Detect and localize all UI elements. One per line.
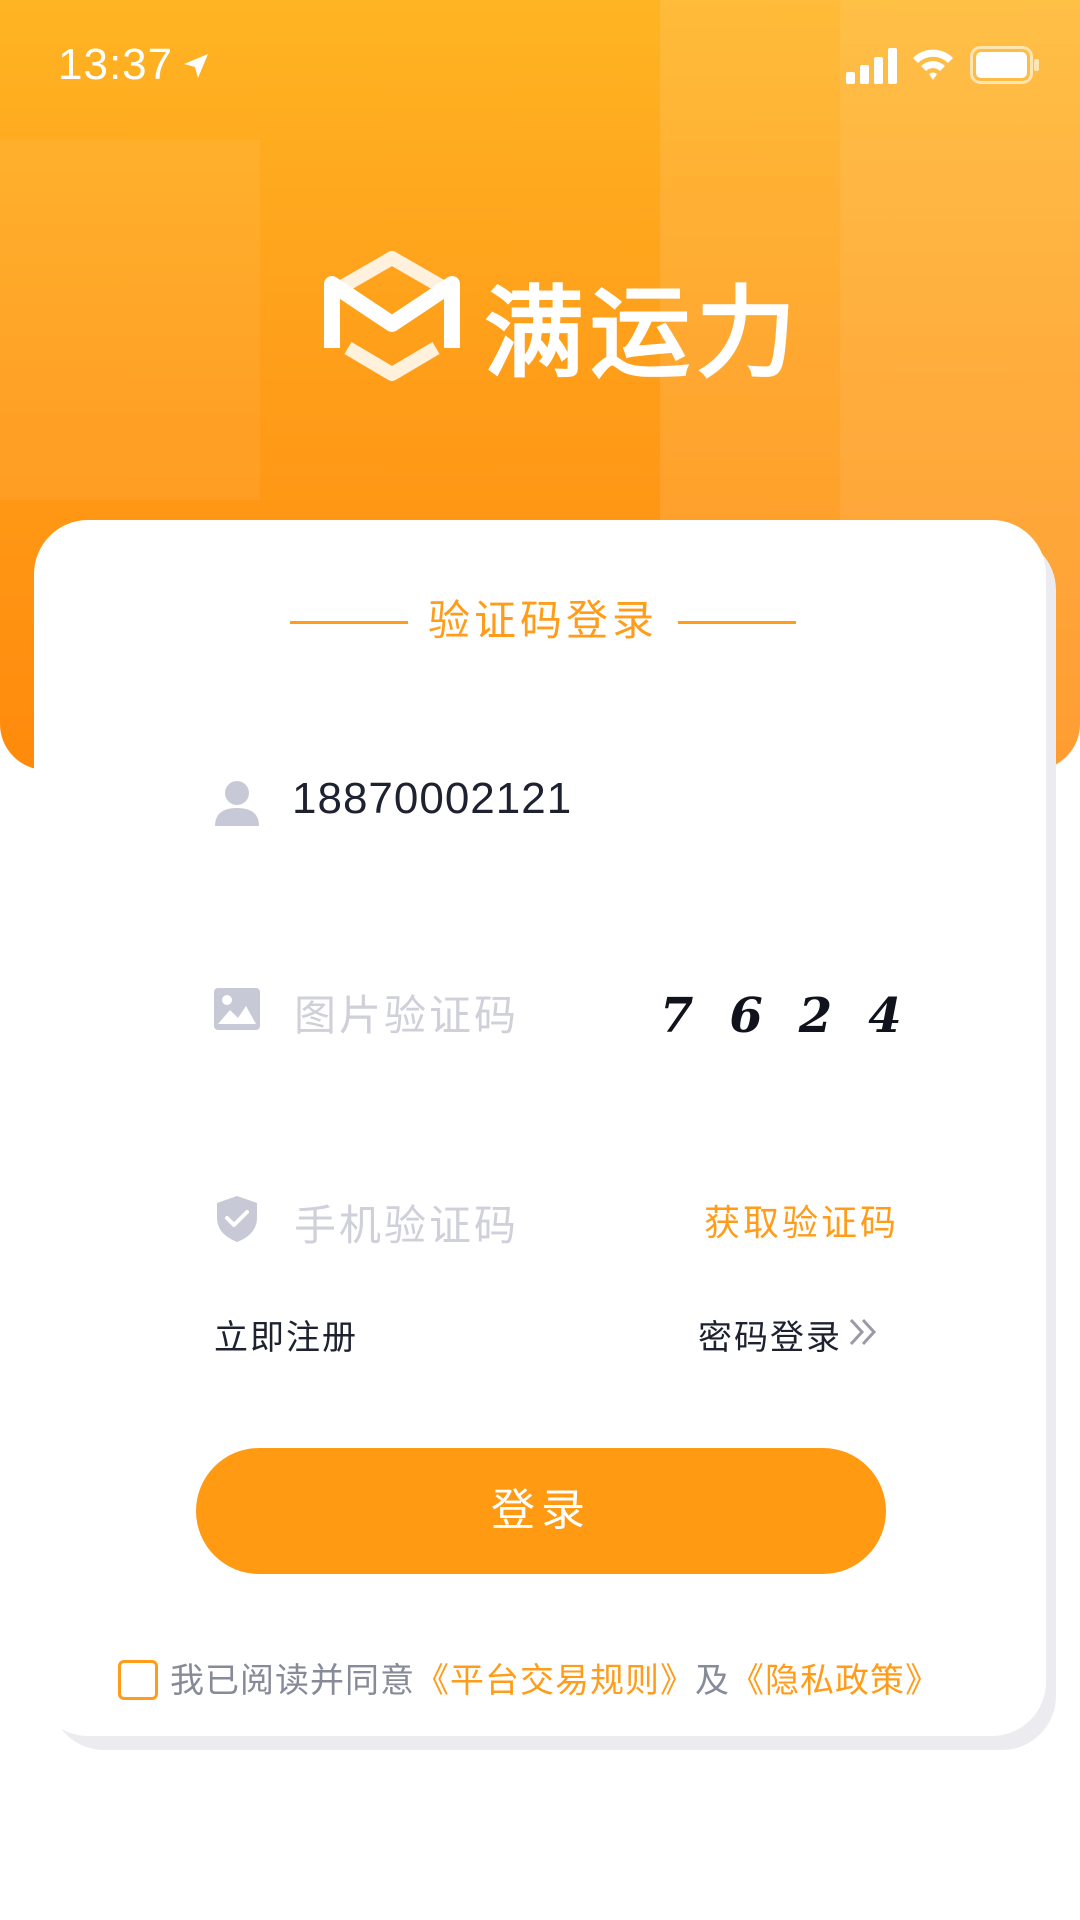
agreement-checkbox[interactable] bbox=[118, 1660, 158, 1700]
agreement-text: 我已阅读并同意《平台交易规则》及《隐私政策》 bbox=[170, 1658, 940, 1704]
shield-check-icon bbox=[217, 1196, 257, 1242]
status-bar: 13:37 bbox=[0, 0, 1080, 130]
agreement-prefix: 我已阅读并同意 bbox=[170, 1661, 415, 1701]
agreement-conjunction: 及 bbox=[695, 1661, 730, 1701]
brand-m-cube-icon bbox=[324, 251, 460, 381]
card-title: 验证码登录 bbox=[427, 596, 658, 645]
privacy-policy-link[interactable]: 《隐私政策》 bbox=[730, 1661, 940, 1701]
password-login-link[interactable]: 密码登录 bbox=[698, 1310, 842, 1359]
platform-rules-link[interactable]: 《平台交易规则》 bbox=[415, 1661, 695, 1701]
cellular-signal-icon bbox=[846, 48, 897, 84]
location-arrow-icon bbox=[184, 54, 208, 78]
user-icon bbox=[215, 781, 259, 826]
battery-icon bbox=[970, 46, 1039, 84]
title-divider-left bbox=[290, 621, 408, 624]
phone-field[interactable]: 18870002121 bbox=[212, 758, 882, 848]
login-button[interactable]: 登录 bbox=[196, 1448, 886, 1574]
status-time: 13:37 bbox=[58, 40, 174, 89]
banner-shade bbox=[0, 140, 260, 500]
card-title-row: 验证码登录 bbox=[34, 588, 1046, 654]
captcha-image[interactable]: 7624 bbox=[660, 976, 902, 1056]
register-link[interactable]: 立即注册 bbox=[214, 1310, 358, 1359]
get-code-button[interactable]: 获取验证码 bbox=[704, 1194, 899, 1246]
wifi-icon bbox=[913, 49, 953, 80]
sms-code-input[interactable]: 手机验证码 bbox=[294, 1192, 519, 1253]
image-captcha-input[interactable]: 图片验证码 bbox=[294, 982, 519, 1043]
image-icon bbox=[214, 988, 260, 1030]
title-divider-right bbox=[678, 621, 796, 624]
phone-input[interactable]: 18870002121 bbox=[292, 774, 572, 824]
agreement-row: 我已阅读并同意《平台交易规则》及《隐私政策》 bbox=[118, 1656, 978, 1706]
brand-name: 满运力 bbox=[484, 275, 802, 392]
double-chevron-right-icon[interactable] bbox=[846, 1314, 882, 1350]
